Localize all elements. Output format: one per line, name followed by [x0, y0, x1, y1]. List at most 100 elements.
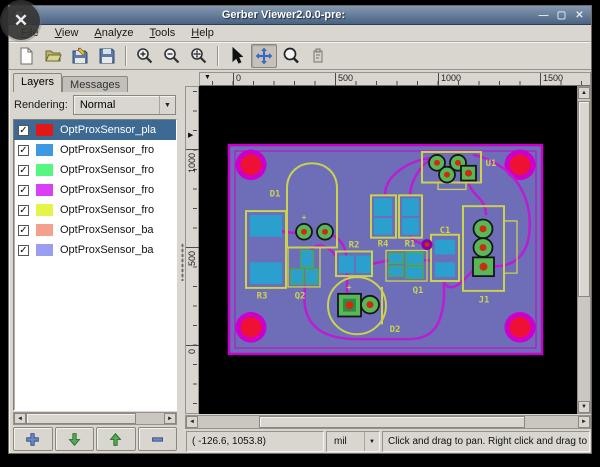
layer-color-swatch[interactable]	[36, 204, 53, 216]
layer-row[interactable]: ✓ OptProxSensor_fro	[14, 140, 176, 160]
new-file-icon	[17, 47, 35, 65]
close-button[interactable]: ✕	[573, 9, 586, 22]
ruler-tick	[540, 73, 541, 86]
layer-label: OptProxSensor_fro	[60, 204, 154, 216]
ruler-tick	[233, 73, 234, 86]
layer-visibility-checkbox[interactable]: ✓	[18, 205, 29, 216]
zoom-region-icon	[282, 47, 300, 65]
new-file-button[interactable]	[13, 44, 39, 68]
scroll-right-icon[interactable]: ►	[164, 413, 176, 424]
save-icon	[98, 47, 116, 65]
chevron-down-icon: ▼	[364, 432, 379, 451]
pan-tool-button[interactable]	[251, 44, 277, 68]
arrow-down-icon	[67, 432, 82, 447]
horizontal-ruler: ▼ 0 500 1000 1500	[199, 72, 591, 86]
units-select[interactable]: mil ▼	[326, 431, 380, 452]
ruler-tick	[186, 149, 199, 150]
svg-text:J1: J1	[479, 296, 490, 306]
menu-help[interactable]: Help	[183, 26, 222, 40]
tab-messages[interactable]: Messages	[62, 76, 128, 92]
horizontal-scrollbar[interactable]: ◄ ►	[185, 415, 591, 429]
v-ruler-position-marker: ▶	[188, 131, 193, 139]
layer-color-swatch[interactable]	[36, 184, 53, 196]
svg-text:+: +	[347, 283, 352, 292]
vertical-scrollbar[interactable]: ▲ ▼	[577, 86, 591, 414]
layer-color-swatch[interactable]	[36, 244, 53, 256]
canvas-row: ▶ 1000 500 0	[185, 86, 591, 414]
units-value: mil	[327, 436, 364, 447]
maximize-button[interactable]: ▢	[555, 9, 568, 22]
scroll-right-icon[interactable]: ►	[578, 416, 590, 428]
svg-text:Q1: Q1	[413, 286, 424, 296]
pointer-tool-button[interactable]	[224, 44, 250, 68]
layer-row[interactable]: ✓ OptProxSensor_ba	[14, 220, 176, 240]
zoom-fit-button[interactable]	[186, 44, 212, 68]
add-icon	[25, 432, 40, 447]
open-button[interactable]	[40, 44, 66, 68]
remove-layer-button[interactable]	[138, 427, 178, 451]
ruler-tick	[335, 73, 336, 86]
layer-row[interactable]: ✓ OptProxSensor_fro	[14, 160, 176, 180]
zoom-out-icon	[163, 47, 181, 65]
measure-tool-button[interactable]	[305, 44, 331, 68]
zoom-out-button[interactable]	[159, 44, 185, 68]
overlay-close-button[interactable]: ✕	[2, 2, 40, 40]
scrollbar-thumb[interactable]	[578, 101, 590, 297]
save-button[interactable]	[94, 44, 120, 68]
via	[422, 239, 433, 250]
move-layer-down-button[interactable]	[55, 427, 95, 451]
minimize-button[interactable]: —	[537, 9, 550, 22]
menu-analyze[interactable]: Analyze	[86, 26, 141, 40]
ruler-label: 500	[187, 251, 197, 266]
mounting-hole	[236, 312, 267, 343]
layer-visibility-checkbox[interactable]: ✓	[18, 225, 29, 236]
zoom-in-icon	[136, 47, 154, 65]
scroll-up-icon[interactable]: ▲	[578, 87, 590, 99]
menu-tools[interactable]: Tools	[142, 26, 184, 40]
layer-color-swatch[interactable]	[36, 164, 53, 176]
layer-color-swatch[interactable]	[36, 224, 53, 236]
svg-text:R2: R2	[349, 241, 360, 251]
zoom-fit-icon	[190, 47, 208, 65]
layer-visibility-checkbox[interactable]: ✓	[18, 245, 29, 256]
pointer-icon	[228, 47, 246, 65]
layer-row[interactable]: ✓ OptProxSensor_fro	[14, 180, 176, 200]
window-title: Gerber Viewer2.0.0-pre:	[30, 9, 537, 21]
svg-text:C1: C1	[440, 226, 451, 236]
rendering-row: Rendering: Normal ▼	[11, 92, 179, 118]
measure-icon	[309, 47, 327, 65]
menu-view[interactable]: View	[47, 26, 87, 40]
layer-visibility-checkbox[interactable]: ✓	[18, 145, 29, 156]
mounting-hole	[505, 312, 536, 343]
scroll-left-icon[interactable]: ◄	[186, 416, 198, 428]
titlebar: Gerber Viewer2.0.0-pre: — ▢ ✕	[9, 6, 591, 25]
layer-row[interactable]: ✓ OptProxSensor_pla	[14, 120, 176, 140]
app-window: Gerber Viewer2.0.0-pre: — ▢ ✕ File View …	[8, 5, 592, 454]
zoom-tool-button[interactable]	[278, 44, 304, 68]
status-hint: Click and drag to pan. Right click and d…	[382, 431, 590, 452]
chevron-down-icon: ▼	[159, 96, 175, 114]
layer-visibility-checkbox[interactable]: ✓	[18, 125, 29, 136]
layer-color-swatch[interactable]	[36, 144, 53, 156]
pcb-canvas[interactable]: + D1 R3	[199, 86, 577, 414]
save-as-button[interactable]	[67, 44, 93, 68]
tab-layers[interactable]: Layers	[13, 73, 62, 92]
layer-color-swatch[interactable]	[36, 124, 53, 136]
layer-row[interactable]: ✓ OptProxSensor_ba	[14, 240, 176, 260]
scrollbar-thumb[interactable]	[26, 413, 136, 424]
move-layer-up-button[interactable]	[96, 427, 136, 451]
layer-label: OptProxSensor_pla	[60, 124, 156, 136]
scroll-left-icon[interactable]: ◄	[14, 413, 26, 424]
cursor-coordinates: ( -126.6, 1053.8)	[186, 431, 324, 452]
scroll-down-icon[interactable]: ▼	[578, 401, 590, 413]
layer-list-hscrollbar[interactable]: ◄ ►	[13, 412, 177, 425]
layer-label: OptProxSensor_fro	[60, 144, 154, 156]
add-layer-button[interactable]	[13, 427, 53, 451]
layer-visibility-checkbox[interactable]: ✓	[18, 185, 29, 196]
layer-row[interactable]: ✓ OptProxSensor_fro	[14, 200, 176, 220]
rendering-select[interactable]: Normal ▼	[73, 95, 176, 115]
ruler-label: 0	[187, 349, 197, 354]
layer-visibility-checkbox[interactable]: ✓	[18, 165, 29, 176]
zoom-in-button[interactable]	[132, 44, 158, 68]
scrollbar-thumb[interactable]	[259, 416, 526, 428]
